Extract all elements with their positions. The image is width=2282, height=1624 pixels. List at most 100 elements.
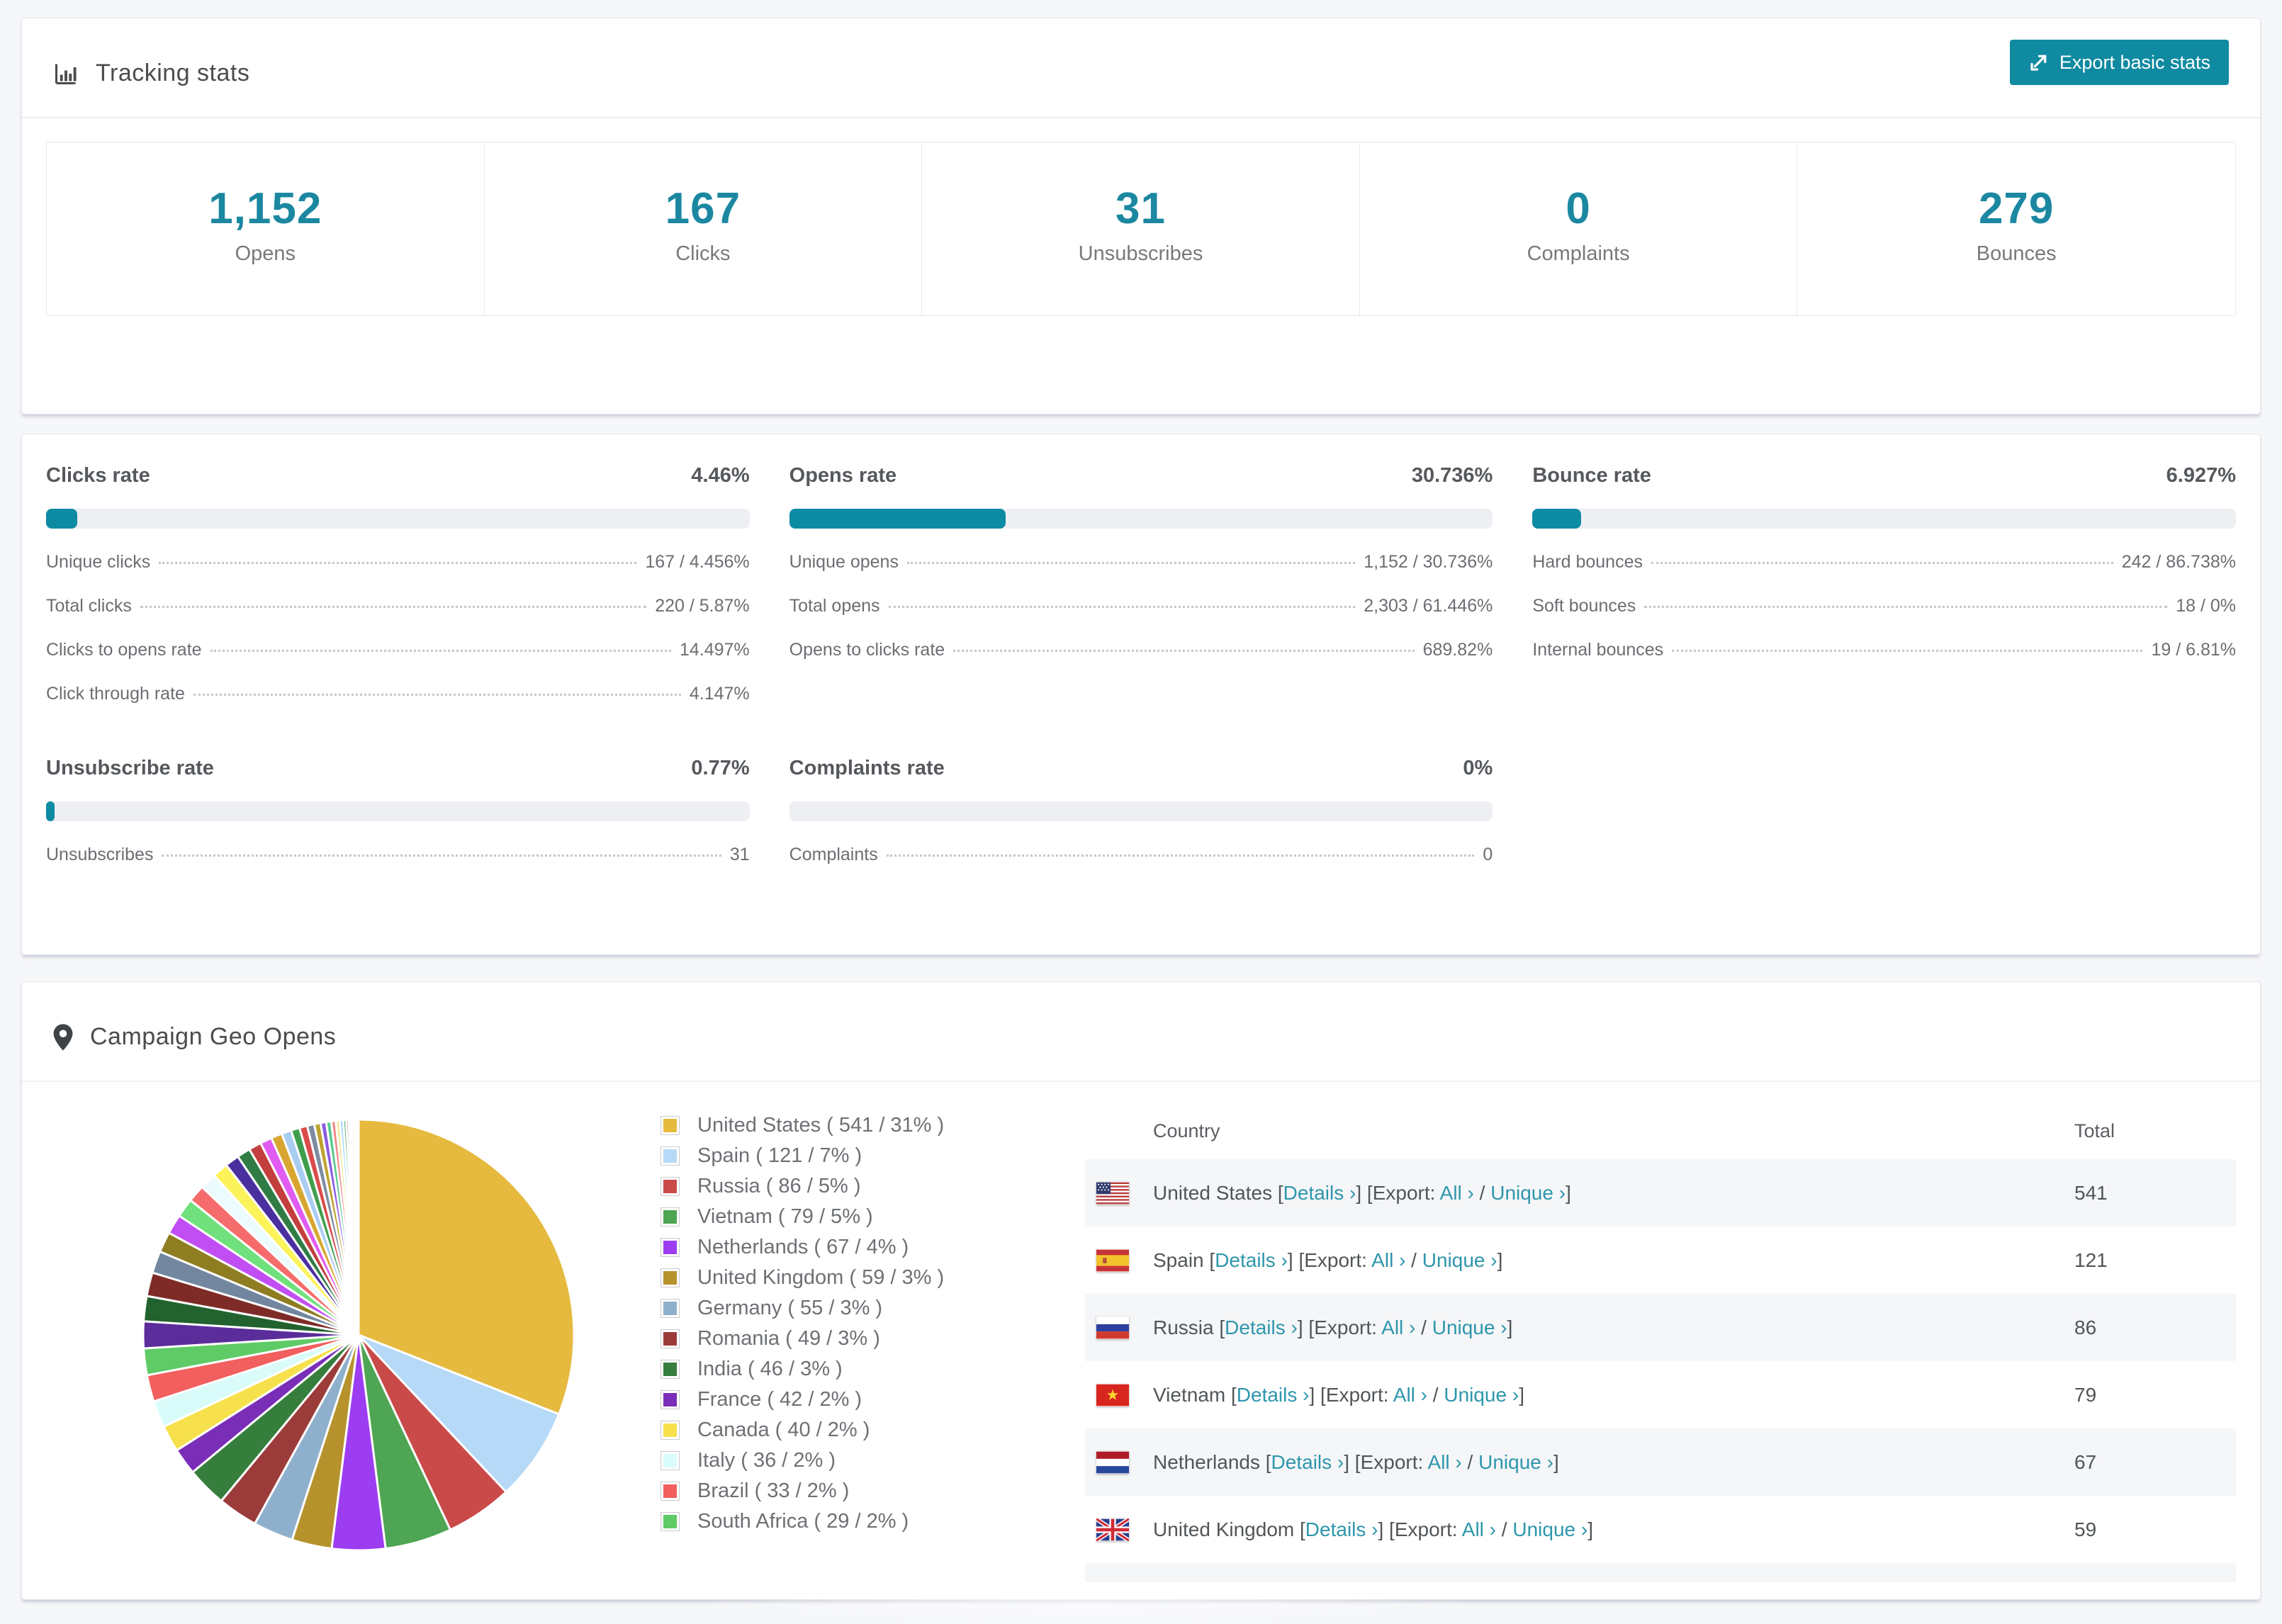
rate-title: Clicks rate — [46, 464, 150, 487]
rate-detail-row: Opens to clicks rate 689.82% — [789, 640, 1493, 660]
rate-detail-row: Total opens 2,303 / 61.446% — [789, 596, 1493, 616]
export-all-link[interactable]: All › — [1440, 1182, 1474, 1204]
export-all-link[interactable]: All › — [1428, 1451, 1462, 1473]
es-flag-icon — [1096, 1249, 1129, 1272]
export-all-link[interactable]: All › — [1393, 1384, 1427, 1406]
rate-detail-label: Total clicks — [46, 596, 132, 616]
rate-detail-label: Internal bounces — [1532, 640, 1664, 660]
country-name: Russia — [1153, 1316, 1220, 1338]
total-cell: 121 — [2074, 1248, 2108, 1271]
details-link[interactable]: Details › — [1215, 1249, 1288, 1271]
legend-swatch — [661, 1178, 679, 1195]
export-all-link[interactable]: All › — [1462, 1518, 1496, 1540]
rate-detail-value: 1,152 / 30.736% — [1364, 552, 1493, 572]
geo-pie-chart — [138, 1115, 579, 1555]
rate-detail-value: 31 — [729, 845, 750, 864]
rate-value: 0.77% — [691, 757, 750, 779]
map-pin-icon — [53, 1023, 73, 1051]
campaign-geo-opens-panel: Campaign Geo Opens United States ( 541 /… — [21, 981, 2261, 1600]
dotted-leader — [886, 855, 1475, 857]
export-all-link[interactable]: All › — [1371, 1249, 1405, 1271]
legend-swatch — [661, 1421, 679, 1439]
details-link[interactable]: Details › — [1283, 1182, 1356, 1204]
legend-item-india: India ( 46 / 3% ) — [661, 1354, 1044, 1385]
details-link[interactable]: Details › — [1237, 1384, 1310, 1406]
rate-title: Bounce rate — [1532, 464, 1651, 487]
rate-detail-row: Click through rate 4.147% — [46, 684, 750, 704]
legend-item-brazil: Brazil ( 33 / 2% ) — [661, 1476, 1044, 1506]
table-row-russia: Russia [Details ›] [Export: All › / Uniq… — [1085, 1294, 2236, 1361]
export-unique-link[interactable]: Unique › — [1490, 1182, 1566, 1204]
rate-detail-label: Total opens — [789, 596, 880, 616]
stat-value: 167 — [665, 184, 741, 233]
stat-bounces: 279 Bounces — [1797, 142, 2235, 315]
progress-bar — [1532, 509, 2236, 529]
rate-detail-label: Unsubscribes — [46, 845, 154, 864]
legend-swatch — [661, 1299, 679, 1317]
table-row-spain: Spain [Details ›] [Export: All › / Uniqu… — [1085, 1227, 2236, 1294]
export-unique-link[interactable]: Unique › — [1422, 1249, 1497, 1271]
vn-flag-icon — [1096, 1384, 1129, 1406]
table-row-vietnam: Vietnam [Details ›] [Export: All › / Uni… — [1085, 1361, 2236, 1428]
rate-detail-value: 242 / 86.738% — [2121, 552, 2236, 572]
legend-label: Italy ( 36 / 2% ) — [697, 1449, 836, 1472]
legend-label: South Africa ( 29 / 2% ) — [697, 1510, 909, 1533]
dotted-leader — [162, 855, 721, 857]
dotted-leader — [210, 650, 671, 652]
legend-item-russia: Russia ( 86 / 5% ) — [661, 1171, 1044, 1202]
total-cell: 79 — [2074, 1383, 2097, 1406]
total-cell: 67 — [2074, 1450, 2097, 1473]
country-name: Vietnam — [1153, 1383, 1231, 1406]
dotted-leader — [1672, 650, 2143, 652]
stat-clicks: 167 Clicks — [485, 142, 923, 315]
rate-detail-label: Unique opens — [789, 552, 899, 572]
country-cell: United States [Details ›] [Export: All ›… — [1153, 1181, 1571, 1204]
export-basic-stats-button[interactable]: Export basic stats — [2009, 40, 2229, 85]
rate-detail-label: Clicks to opens rate — [46, 640, 202, 660]
dotted-leader — [159, 562, 637, 564]
export-all-link[interactable]: All › — [1381, 1316, 1415, 1338]
stat-value: 279 — [1978, 184, 2055, 233]
rate-title: Unsubscribe rate — [46, 757, 214, 779]
progress-bar — [789, 509, 1493, 529]
legend-item-united-states: United States ( 541 / 31% ) — [661, 1110, 1044, 1141]
stat-label: Opens — [235, 242, 296, 265]
details-link[interactable]: Details › — [1305, 1518, 1378, 1540]
rate-detail-value: 18 / 0% — [2176, 596, 2236, 616]
export-unique-link[interactable]: Unique › — [1432, 1316, 1507, 1338]
details-link[interactable]: Details › — [1271, 1451, 1344, 1473]
country-name: Spain — [1153, 1248, 1210, 1271]
legend-swatch — [661, 1330, 679, 1348]
table-row-germany: Germany [Details ›] [Export: All › / Uni… — [1085, 1563, 2236, 1582]
rate-detail-row: Clicks to opens rate 14.497% — [46, 640, 750, 660]
geo-legend: United States ( 541 / 31% ) Spain ( 121 /… — [661, 1110, 1044, 1537]
legend-swatch — [661, 1452, 679, 1470]
us-flag-icon — [1096, 1182, 1129, 1205]
rate-detail-label: Hard bounces — [1532, 552, 1643, 572]
legend-item-canada: Canada ( 40 / 2% ) — [661, 1415, 1044, 1445]
total-cell: 86 — [2074, 1316, 2097, 1338]
table-row-netherlands: Netherlands [Details ›] [Export: All › /… — [1085, 1428, 2236, 1496]
legend-swatch — [661, 1269, 679, 1287]
legend-item-germany: Germany ( 55 / 3% ) — [661, 1293, 1044, 1324]
rate-detail-label: Click through rate — [46, 684, 185, 704]
legend-label: United States ( 541 / 31% ) — [697, 1114, 945, 1137]
export-icon — [2028, 52, 2050, 73]
rate-detail-label: Complaints — [789, 845, 878, 864]
page-title: Tracking stats — [96, 60, 250, 86]
export-unique-link[interactable]: Unique › — [1444, 1384, 1519, 1406]
stat-label: Complaints — [1527, 242, 1630, 265]
details-link[interactable]: Details › — [1225, 1316, 1298, 1338]
export-unique-link[interactable]: Unique › — [1512, 1518, 1587, 1540]
stat-value: 0 — [1566, 184, 1591, 233]
rate-detail-label: Soft bounces — [1532, 596, 1636, 616]
rate-title: Opens rate — [789, 464, 897, 487]
progress-bar — [46, 509, 750, 529]
rate-value: 30.736% — [1411, 464, 1493, 487]
stat-unsubscribes: 31 Unsubscribes — [922, 142, 1360, 315]
export-unique-link[interactable]: Unique › — [1478, 1451, 1553, 1473]
legend-item-spain: Spain ( 121 / 7% ) — [661, 1141, 1044, 1171]
dotted-leader — [953, 650, 1415, 652]
rate-detail-value: 0 — [1483, 845, 1493, 864]
country-name: United States — [1153, 1181, 1278, 1204]
